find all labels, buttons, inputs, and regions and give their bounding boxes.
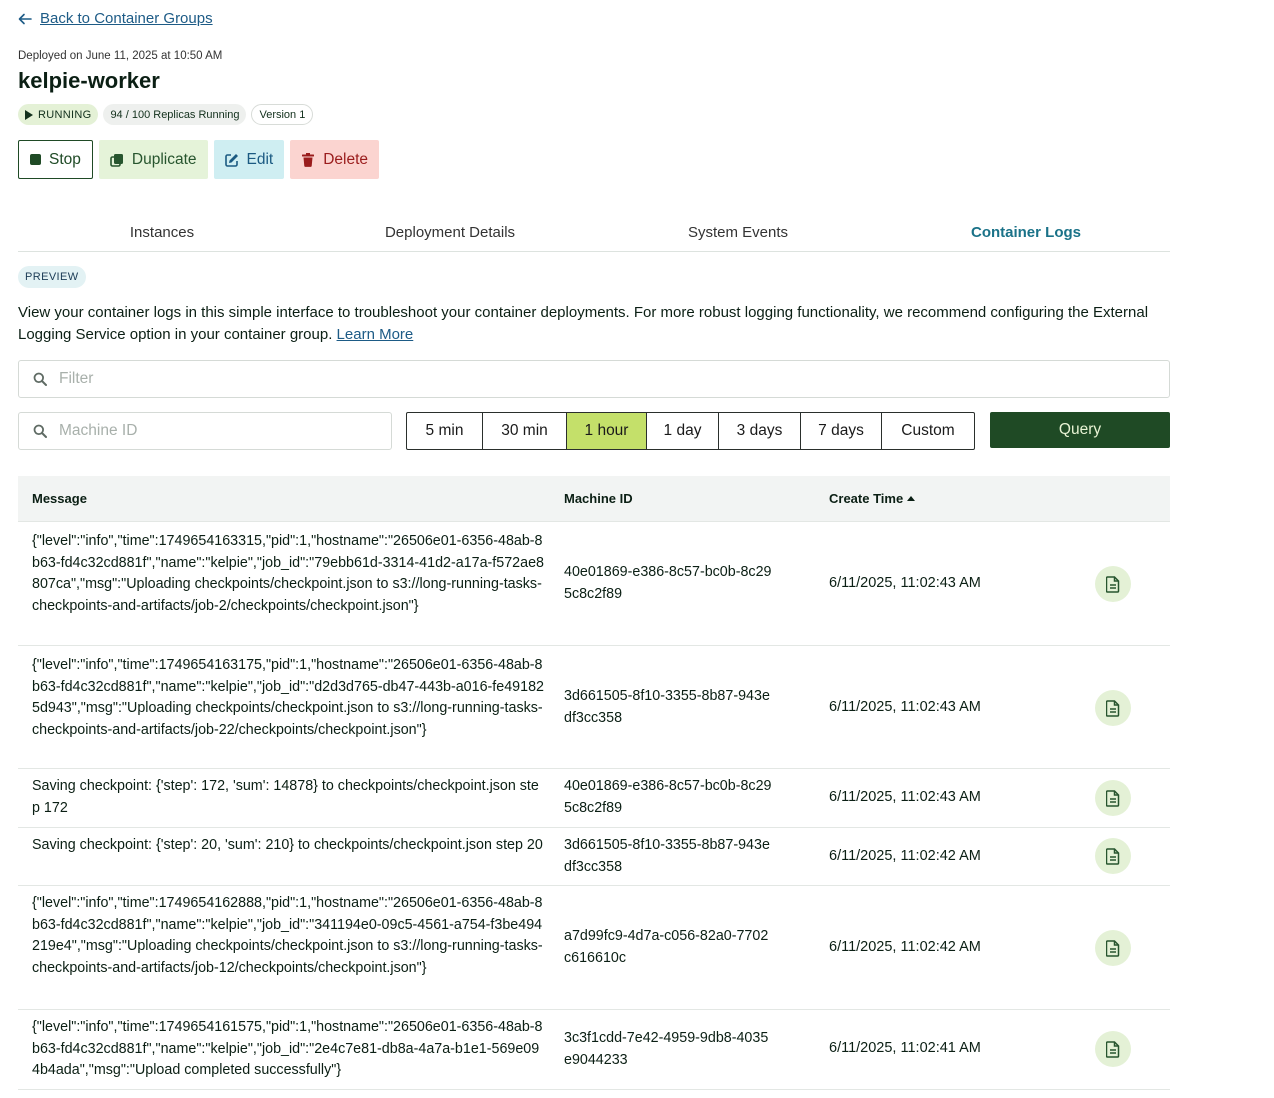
document-icon: [1106, 847, 1120, 865]
table-header: Message Machine ID Create Time: [18, 476, 1170, 522]
stop-icon: [30, 154, 41, 165]
log-create-time: 6/11/2025, 11:02:43 AM: [829, 699, 981, 715]
tab-container-logs[interactable]: Container Logs: [882, 214, 1170, 251]
table-row: Saving checkpoint: {'step': 172, 'sum': …: [18, 769, 1170, 828]
preview-badge: PREVIEW: [18, 266, 86, 288]
page-title: kelpie-worker: [18, 68, 160, 93]
log-machine-id: 40e01869-e386-8c57-bc0b-8c295c8c2f89: [564, 778, 772, 816]
log-create-time: 6/11/2025, 11:02:42 AM: [829, 848, 981, 864]
edit-label: Edit: [246, 150, 274, 168]
log-message: {"level":"info","time":1749654163315,"pi…: [32, 533, 544, 614]
table-row: {"level":"info","time":1749654161575,"pi…: [18, 1010, 1170, 1090]
version-badge: Version 1: [251, 104, 314, 125]
delete-button[interactable]: Delete: [290, 140, 380, 179]
duplicate-button[interactable]: Duplicate: [98, 140, 208, 179]
document-icon: [1106, 939, 1120, 957]
view-log-button[interactable]: [1095, 690, 1131, 726]
log-machine-id: 3c3f1cdd-7e42-4959-9db8-4035e9044233: [564, 1030, 769, 1068]
log-create-time: 6/11/2025, 11:02:43 AM: [829, 575, 981, 591]
log-message: Saving checkpoint: {'step': 20, 'sum': 2…: [32, 837, 543, 853]
document-icon: [1106, 699, 1120, 717]
log-machine-id: 3d661505-8f10-3355-8b87-943edf3cc358: [564, 837, 770, 875]
learn-more-link[interactable]: Learn More: [337, 326, 414, 343]
filter-input[interactable]: [59, 370, 1082, 388]
action-buttons: Stop Duplicate Edit Delete: [18, 140, 380, 179]
log-create-time: 6/11/2025, 11:02:41 AM: [829, 1040, 981, 1056]
back-link-label: Back to Container Groups: [40, 10, 213, 27]
tab-instances[interactable]: Instances: [18, 214, 306, 251]
table-row: {"level":"info","time":1749654163175,"pi…: [18, 646, 1170, 769]
view-log-button[interactable]: [1095, 780, 1131, 816]
range-30-min[interactable]: 30 min: [483, 413, 567, 449]
table-row: {"level":"info","time":1749654163315,"pi…: [18, 522, 1170, 646]
logs-description: View your container logs in this simple …: [18, 302, 1178, 346]
search-icon: [33, 372, 47, 386]
tab-system-events[interactable]: System Events: [594, 214, 882, 251]
document-icon: [1106, 575, 1120, 593]
column-create-time[interactable]: Create Time: [829, 491, 916, 506]
stop-label: Stop: [49, 150, 81, 168]
machine-id-input[interactable]: [59, 422, 382, 440]
status-badge: RUNNING: [18, 104, 99, 125]
tab-bar: Instances Deployment Details System Even…: [18, 214, 1170, 252]
description-text: View your container logs in this simple …: [18, 304, 1149, 343]
stop-button[interactable]: Stop: [18, 140, 93, 179]
document-icon: [1106, 789, 1120, 807]
copy-icon: [110, 153, 123, 167]
table-row: {"level":"info","time":1749654162888,"pi…: [18, 886, 1170, 1010]
machine-id-field[interactable]: [18, 412, 392, 450]
play-icon: [25, 109, 33, 120]
filter-field[interactable]: [18, 360, 1170, 398]
sort-asc-icon: [907, 496, 916, 501]
delete-label: Delete: [323, 150, 369, 168]
tab-deployment-details[interactable]: Deployment Details: [306, 214, 594, 251]
trash-icon: [302, 152, 315, 167]
log-message: {"level":"info","time":1749654161575,"pi…: [32, 1019, 543, 1079]
log-create-time: 6/11/2025, 11:02:42 AM: [829, 939, 981, 955]
search-icon: [33, 424, 47, 438]
create-time-label: Create Time: [829, 491, 904, 506]
range-1-day[interactable]: 1 day: [647, 413, 719, 449]
view-log-button[interactable]: [1095, 566, 1131, 602]
column-message[interactable]: Message: [32, 491, 87, 506]
log-message: {"level":"info","time":1749654162888,"pi…: [32, 895, 543, 976]
log-create-time: 6/11/2025, 11:02:43 AM: [829, 789, 981, 805]
log-machine-id: a7d99fc9-4d7a-c056-82a0-7702c616610c: [564, 928, 769, 966]
query-button[interactable]: Query: [990, 412, 1170, 448]
log-machine-id: 3d661505-8f10-3355-8b87-943edf3cc358: [564, 688, 770, 726]
column-machine-id[interactable]: Machine ID: [564, 491, 633, 506]
view-log-button[interactable]: [1095, 930, 1131, 966]
log-machine-id: 40e01869-e386-8c57-bc0b-8c295c8c2f89: [564, 564, 772, 602]
range-7-days[interactable]: 7 days: [801, 413, 882, 449]
logs-table: Message Machine ID Create Time {"level":…: [18, 476, 1170, 1090]
range-1-hour[interactable]: 1 hour: [567, 413, 647, 449]
range-3-days[interactable]: 3 days: [719, 413, 801, 449]
edit-button[interactable]: Edit: [213, 140, 285, 179]
duplicate-label: Duplicate: [131, 150, 197, 168]
range-5-min[interactable]: 5 min: [407, 413, 483, 449]
document-icon: [1106, 1040, 1120, 1058]
time-range-selector: 5 min 30 min 1 hour 1 day 3 days 7 days …: [406, 412, 975, 450]
table-row: Saving checkpoint: {'step': 20, 'sum': 2…: [18, 828, 1170, 886]
log-message: {"level":"info","time":1749654163175,"pi…: [32, 657, 544, 738]
replicas-badge: 94 / 100 Replicas Running: [103, 104, 247, 125]
range-custom[interactable]: Custom: [882, 413, 974, 449]
log-message: Saving checkpoint: {'step': 172, 'sum': …: [32, 778, 539, 816]
back-to-container-groups-link[interactable]: Back to Container Groups: [18, 10, 213, 27]
view-log-button[interactable]: [1095, 838, 1131, 874]
status-badges: RUNNING 94 / 100 Replicas Running Versio…: [18, 104, 314, 125]
deployed-date: Deployed on June 11, 2025 at 10:50 AM: [18, 50, 223, 62]
status-label: RUNNING: [38, 108, 92, 121]
edit-icon: [224, 153, 238, 167]
view-log-button[interactable]: [1095, 1031, 1131, 1067]
arrow-left-icon: [18, 13, 32, 24]
